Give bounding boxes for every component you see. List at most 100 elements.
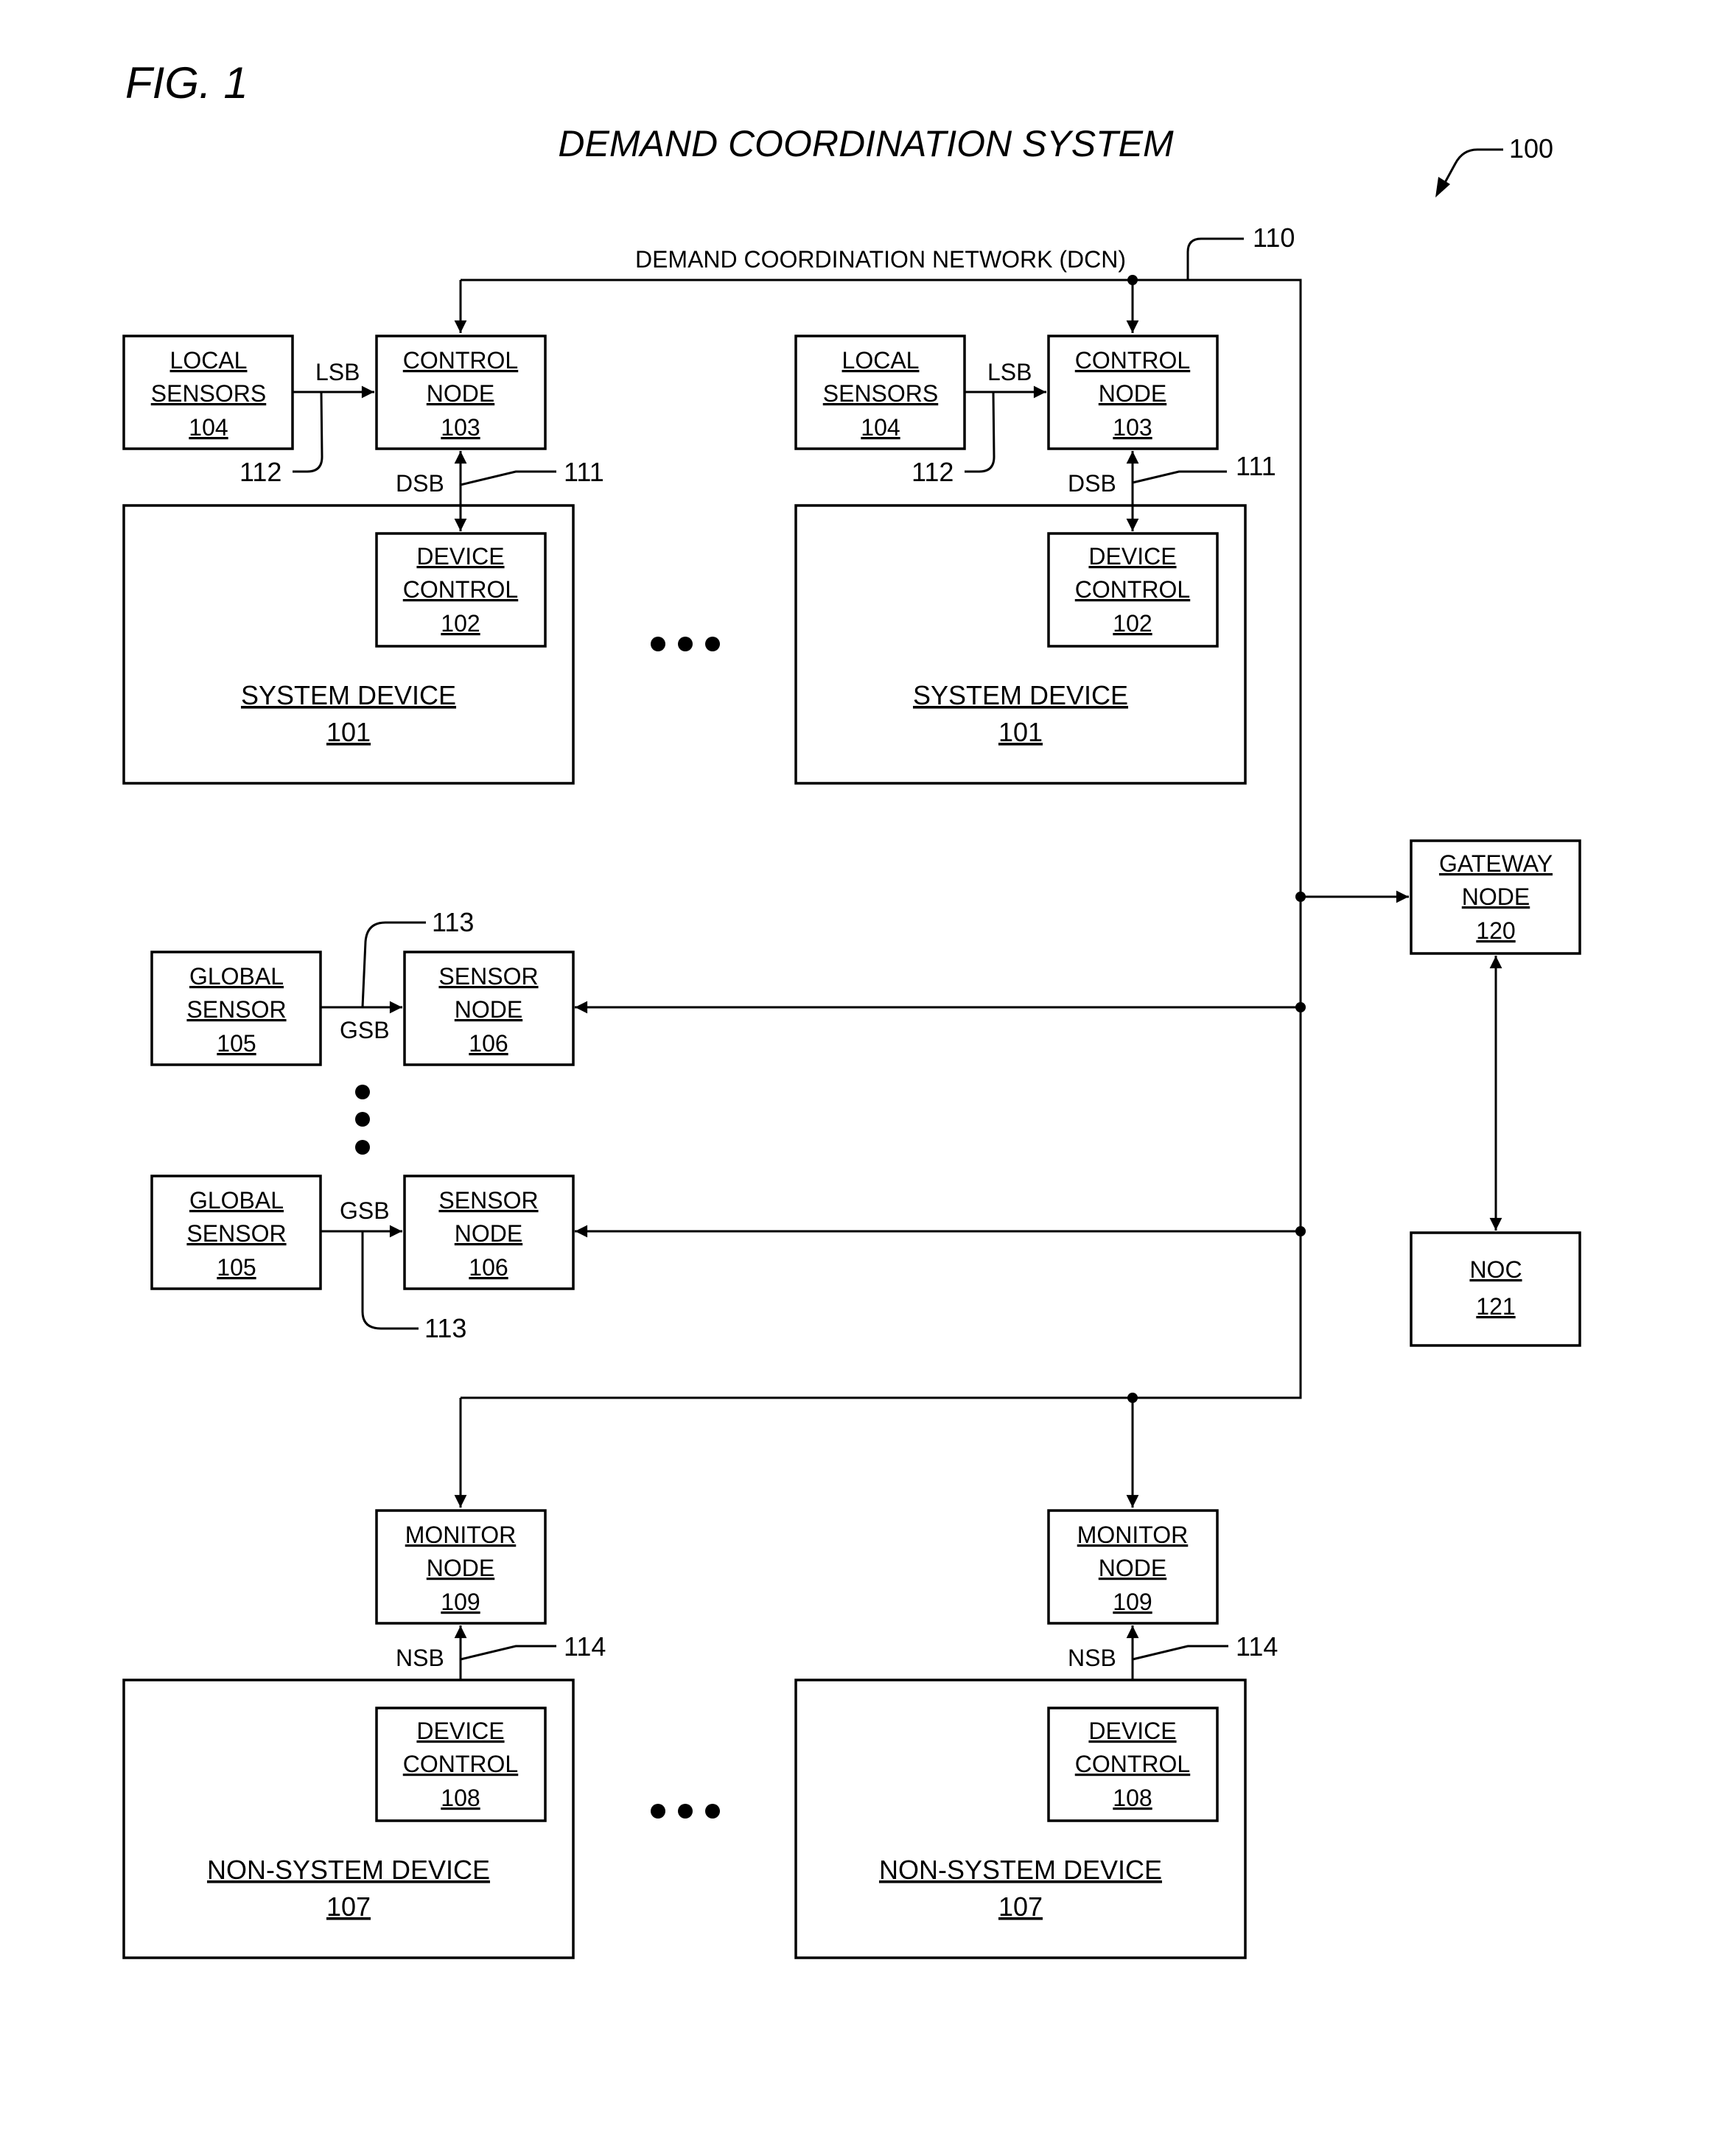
non-system-device-group-2: MONITOR NODE 109 NSB 114 DEVICE CONTROL … [794,1509,1278,1959]
dsb-label: DSB [396,470,444,497]
sensor-node-label-line2: NODE [455,996,522,1023]
device-control-ref: 108 [1113,1785,1152,1811]
local-sensors-label-line2: SENSORS [151,380,266,407]
junction-dot [1295,892,1306,902]
sensor-node-ref: 106 [469,1030,508,1057]
device-control-label-line1: DEVICE [1088,1718,1176,1744]
nsb-ref-leader [460,1645,556,1661]
non-system-device-ref: 107 [326,1891,371,1922]
system-device-ref: 101 [998,717,1043,747]
monitor-node-label-line1: MONITOR [405,1522,517,1548]
global-sensor-label-line2: SENSOR [186,1220,286,1247]
gsb-ref-113: 113 [432,907,474,937]
global-sensor-label-line1: GLOBAL [189,963,284,990]
device-control-label-line1: DEVICE [1088,543,1176,570]
sensor-node-ref: 106 [469,1254,508,1281]
device-control-ref: 102 [1113,610,1152,637]
control-node-label-line2: NODE [1099,380,1166,407]
lsb-ref-leader [293,391,323,473]
nsb-ref-114: 114 [564,1631,606,1662]
system-device-group-2: LOCAL SENSORS 104 CONTROL NODE 103 LSB 1… [794,335,1276,785]
system-ref-arrowhead [1435,177,1450,197]
junction-dot [1127,1393,1138,1403]
monitor-node-label-line2: NODE [427,1555,494,1581]
device-control-label-line2: CONTROL [403,576,518,603]
system-device-label: SYSTEM DEVICE [241,680,456,710]
ellipsis-non-system-devices [651,1804,720,1819]
gateway-node-ref: 120 [1476,917,1515,944]
non-system-device-group-1: MONITOR NODE 109 NSB 114 DEVICE CONTROL … [122,1509,606,1959]
sensor-node-label-line2: NODE [455,1220,522,1247]
dsb-ref-leader [460,470,556,486]
junction-dot [1295,1226,1306,1236]
gateway-node-label-line1: GATEWAY [1439,850,1553,877]
global-sensor-label-line2: SENSOR [186,996,286,1023]
dsb-ref-leader [1132,470,1227,484]
gateway-node-label-line2: NODE [1462,883,1530,910]
control-node-ref: 103 [1113,414,1152,441]
noc-box[interactable] [1410,1231,1581,1347]
dsb-label: DSB [1068,470,1116,497]
control-node-label-line2: NODE [427,380,494,407]
ellipsis-sensor-groups [355,1085,370,1155]
global-sensor-ref: 105 [217,1030,256,1057]
junction-dot [1295,1002,1306,1012]
noc-ref: 121 [1476,1293,1515,1320]
control-node-label-line1: CONTROL [1075,347,1190,374]
gsb-label: GSB [340,1017,390,1043]
local-sensors-label-line2: SENSORS [823,380,938,407]
global-sensor-label-line1: GLOBAL [189,1187,284,1214]
device-control-label-line2: CONTROL [1075,1751,1190,1777]
system-device-group-1: LOCAL SENSORS 104 CONTROL NODE 103 LSB 1… [122,335,604,785]
sensor-node-label-line1: SENSOR [438,1187,538,1214]
monitor-node-ref: 109 [441,1589,480,1615]
lsb-ref-112: 112 [239,457,281,487]
local-sensors-label-line1: LOCAL [842,347,920,374]
demand-coordination-diagram: FIG. 1 DEMAND COORDINATION SYSTEM 100 DE… [122,58,1581,1959]
dsb-ref-111: 111 [564,457,604,487]
lsb-label: LSB [315,359,360,385]
gateway-group: GATEWAY NODE 120 NOC 121 [1410,839,1581,1347]
network-ref-110: 110 [1253,223,1295,253]
non-system-device-ref: 107 [998,1891,1043,1922]
device-control-label-line1: DEVICE [416,543,504,570]
lsb-ref-leader [965,391,996,473]
local-sensors-ref: 104 [189,414,228,441]
ellipsis-system-devices [651,637,720,651]
network-ref-leader [1186,237,1244,280]
non-system-device-label: NON-SYSTEM DEVICE [207,1855,490,1885]
control-node-label-line1: CONTROL [403,347,518,374]
lsb-label: LSB [987,359,1032,385]
monitor-node-ref: 109 [1113,1589,1152,1615]
monitor-node-label-line2: NODE [1099,1555,1166,1581]
sensor-group-2: GLOBAL SENSOR 105 SENSOR NODE 106 GSB 11… [150,1175,575,1343]
junction-dot [1127,275,1138,285]
lsb-ref-112: 112 [912,457,954,487]
sensor-node-label-line1: SENSOR [438,963,538,990]
noc-label: NOC [1469,1256,1522,1283]
nsb-ref-leader [1132,1645,1228,1661]
sensor-group-1: GLOBAL SENSOR 105 SENSOR NODE 106 GSB 11… [150,907,575,1066]
figure-title: DEMAND COORDINATION SYSTEM [558,123,1174,164]
device-control-label-line1: DEVICE [416,1718,504,1744]
control-node-ref: 103 [441,414,480,441]
device-control-label-line2: CONTROL [1075,576,1190,603]
gsb-label: GSB [340,1197,390,1224]
device-control-ref: 108 [441,1785,480,1811]
gsb-ref-113: 113 [424,1313,466,1343]
global-sensor-ref: 105 [217,1254,256,1281]
system-ref-arrow [1441,148,1503,189]
device-control-label-line2: CONTROL [403,1751,518,1777]
system-ref-100: 100 [1509,133,1553,164]
figure-label: FIG. 1 [125,58,248,108]
network-label: DEMAND COORDINATION NETWORK (DCN) [635,246,1126,273]
nsb-label: NSB [396,1645,444,1671]
nsb-ref-114: 114 [1236,1631,1278,1662]
nsb-label: NSB [1068,1645,1116,1671]
non-system-device-label: NON-SYSTEM DEVICE [879,1855,1162,1885]
system-device-label: SYSTEM DEVICE [913,680,1128,710]
local-sensors-ref: 104 [861,414,900,441]
device-control-ref: 102 [441,610,480,637]
system-device-ref: 101 [326,717,371,747]
dsb-ref-111: 111 [1236,451,1276,481]
